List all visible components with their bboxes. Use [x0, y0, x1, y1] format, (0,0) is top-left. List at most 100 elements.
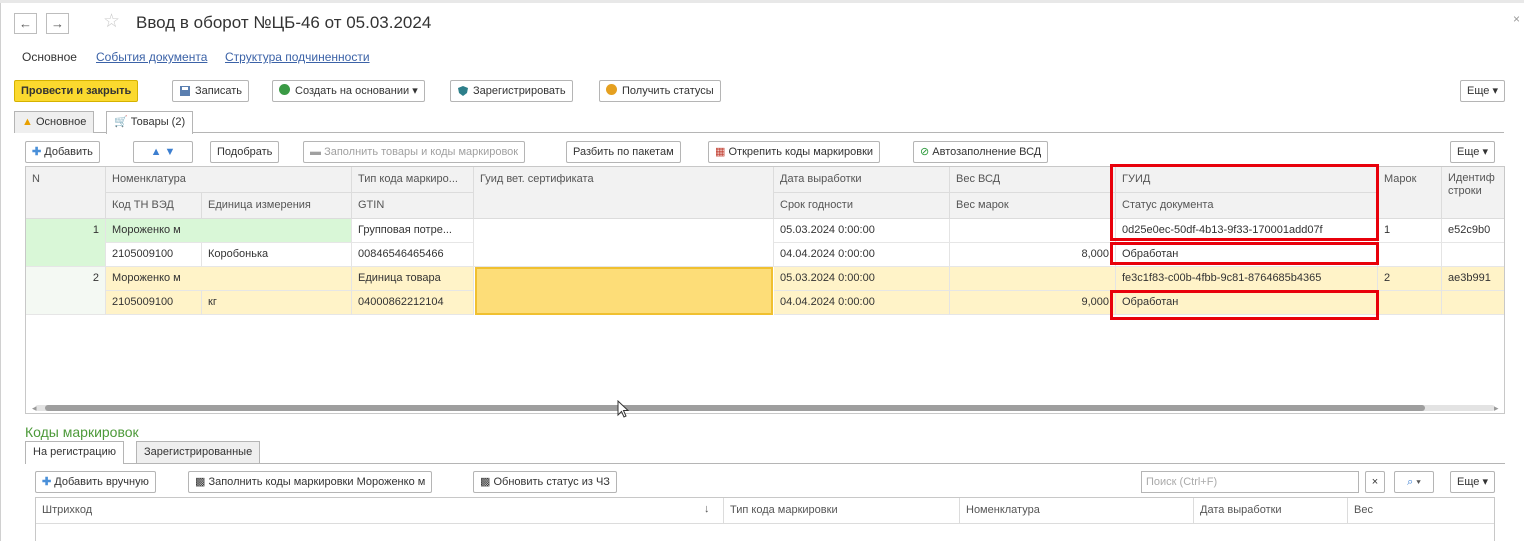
scroll-right-icon[interactable]: ▸	[1494, 403, 1499, 414]
nav-main[interactable]: Основное	[22, 50, 77, 64]
col-barcode[interactable]: Штрихкод	[36, 498, 724, 524]
row-2-prod-date[interactable]: 05.03.2024 0:00:00	[774, 267, 950, 291]
close-icon[interactable]: ×	[1513, 12, 1520, 26]
detach-codes-button[interactable]: ▦ Открепить коды маркировки	[708, 141, 881, 163]
add-button[interactable]: ✚ Добавить	[25, 141, 100, 163]
col-ident[interactable]: Идентиф строки	[1442, 167, 1504, 219]
col-marking-nomenclature[interactable]: Номенклатура	[960, 498, 1194, 524]
row-1-unit[interactable]: Коробонька	[202, 243, 352, 267]
row-1-weight-marks[interactable]: 8,000	[950, 243, 1116, 267]
col-guid-cert[interactable]: Гуид вет. сертификата	[474, 167, 774, 219]
split-packages-button[interactable]: Разбить по пакетам	[566, 141, 681, 163]
nav-document-events[interactable]: События документа	[96, 50, 207, 64]
row-2-ident[interactable]: ae3b991	[1442, 267, 1504, 291]
row-1-guid-cert[interactable]	[474, 219, 774, 267]
move-up-down-button[interactable]: ▲ ▼	[133, 141, 193, 163]
chevron-down-icon: ▾	[1492, 85, 1498, 97]
highlight-box-status-row2	[1110, 290, 1379, 320]
favorite-star-icon[interactable]: ☆	[103, 10, 120, 33]
post-and-close-button[interactable]: Провести и закрыть	[14, 80, 139, 102]
col-expiry[interactable]: Срок годности	[774, 193, 950, 219]
row-1-ident[interactable]: e52c9b0	[1442, 219, 1504, 243]
col-nomenclature[interactable]: Номенклатура	[106, 167, 352, 193]
back-button[interactable]: ←	[14, 13, 37, 34]
row-2-nomenclature[interactable]: Мороженко м	[106, 267, 352, 291]
autofill-vsd-button[interactable]: ⊘ Автозаполнение ВСД	[913, 141, 1049, 163]
tab-registered[interactable]: Зарегистрированные	[136, 441, 261, 463]
plus-icon: ✚	[32, 146, 42, 158]
search-icon: ⌕	[1407, 476, 1414, 488]
row-2-guid-cert-selected[interactable]	[475, 267, 773, 315]
marking-tabs-baseline	[25, 463, 1505, 464]
arrow-up-icon: ▲	[150, 146, 162, 158]
row-2-marks[interactable]: 2	[1378, 267, 1442, 291]
row-1-prod-date[interactable]: 05.03.2024 0:00:00	[774, 219, 950, 243]
fill-goods-codes-button[interactable]: ▬ Заполнить товары и коды маркировок	[303, 141, 526, 163]
tab-for-registration[interactable]: На регистрацию	[25, 441, 124, 464]
row-1-n[interactable]: 1	[26, 219, 106, 267]
register-button[interactable]: Зарегистрировать	[450, 80, 573, 102]
create-based-on-button[interactable]: Создать на основании ▾	[272, 80, 425, 102]
col-marking-code-type[interactable]: Тип кода маркировки	[724, 498, 960, 524]
marking-more-label: Еще	[1457, 476, 1480, 488]
row-1-tn-ved[interactable]: 2105009100	[106, 243, 202, 267]
row-2-gtin[interactable]: 04000862212104	[352, 291, 474, 315]
marking-more-button[interactable]: Еще ▾	[1450, 471, 1495, 493]
tab-registered-label: Зарегистрированные	[144, 446, 253, 458]
split-label: Разбить по пакетам	[573, 146, 674, 158]
tab-main[interactable]: ▲ Основное	[14, 111, 95, 133]
row-1-expiry[interactable]: 04.04.2024 0:00:00	[774, 243, 950, 267]
search-clear-button[interactable]: ×	[1365, 471, 1385, 493]
col-marking-weight[interactable]: Вес	[1348, 498, 1494, 524]
row-2-code-type[interactable]: Единица товара	[352, 267, 474, 291]
row-2-unit[interactable]: кг	[202, 291, 352, 315]
row-2-weight-vsd[interactable]	[950, 267, 1116, 291]
row-2-n[interactable]: 2	[26, 267, 106, 315]
update-status-button[interactable]: ▩ Обновить статус из ЧЗ	[473, 471, 617, 493]
scrollbar-thumb[interactable]	[45, 405, 1425, 411]
register-label: Зарегистрировать	[473, 85, 566, 97]
fill-marking-codes-button[interactable]: ▩ Заполнить коды маркировки Мороженко м	[188, 471, 433, 493]
col-marking-prod-date[interactable]: Дата выработки	[1194, 498, 1348, 524]
row-2-guid[interactable]: fe3c1f83-c00b-4fbb-9c81-8764685b4365	[1116, 267, 1378, 291]
col-prod-date[interactable]: Дата выработки	[774, 167, 950, 193]
row-1-weight-vsd[interactable]	[950, 219, 1116, 243]
col-weight-vsd[interactable]: Вес ВСД	[950, 167, 1116, 193]
nav-structure[interactable]: Структура подчиненности	[225, 50, 370, 64]
search-input[interactable]: Поиск (Ctrl+F)	[1141, 471, 1359, 493]
top-strip	[0, 0, 1524, 3]
sort-down-icon[interactable]: ↓	[704, 503, 710, 515]
col-gtin[interactable]: GTIN	[352, 193, 474, 219]
row-2-expiry[interactable]: 04.04.2024 0:00:00	[774, 291, 950, 315]
pick-button[interactable]: Подобрать	[210, 141, 280, 163]
row-1-code-type[interactable]: Групповая потре...	[352, 219, 474, 243]
row-1-nomenclature[interactable]: Мороженко м	[106, 219, 352, 243]
cart-icon: 🛒	[114, 116, 128, 128]
row-2-tn-ved[interactable]: 2105009100	[106, 291, 202, 315]
col-n[interactable]: N	[26, 167, 106, 219]
fill-label: Заполнить товары и коды маркировок	[324, 146, 519, 158]
chevron-down-icon: ▾	[1482, 476, 1488, 488]
tab-goods-label: Товары (2)	[130, 116, 186, 128]
row-1-marks[interactable]: 1	[1378, 219, 1442, 243]
more-button[interactable]: Еще ▾	[1460, 80, 1505, 102]
get-statuses-button[interactable]: Получить статусы	[599, 80, 721, 102]
col-unit[interactable]: Единица измерения	[202, 193, 352, 219]
col-tn-ved[interactable]: Код ТН ВЭД	[106, 193, 202, 219]
plus-icon: ✚	[42, 476, 52, 488]
col-code-type[interactable]: Тип кода маркиро...	[352, 167, 474, 193]
scroll-left-icon[interactable]: ◂	[32, 403, 37, 414]
goods-more-button[interactable]: Еще ▾	[1450, 141, 1495, 163]
forward-button[interactable]: →	[46, 13, 69, 34]
col-weight-marks[interactable]: Вес марок	[950, 193, 1116, 219]
more-label: Еще	[1467, 85, 1490, 97]
pick-label: Подобрать	[217, 146, 273, 158]
tab-goods[interactable]: 🛒 Товары (2)	[106, 111, 194, 134]
save-button[interactable]: Записать	[172, 80, 250, 102]
col-marks[interactable]: Марок	[1378, 167, 1442, 219]
row-2-weight-marks[interactable]: 9,000	[950, 291, 1116, 315]
add-manually-button[interactable]: ✚ Добавить вручную	[35, 471, 156, 493]
row-1-gtin[interactable]: 00846546465466	[352, 243, 474, 267]
autofill-label: Автозаполнение ВСД	[932, 146, 1042, 158]
search-button[interactable]: ⌕ ▾	[1394, 471, 1434, 493]
